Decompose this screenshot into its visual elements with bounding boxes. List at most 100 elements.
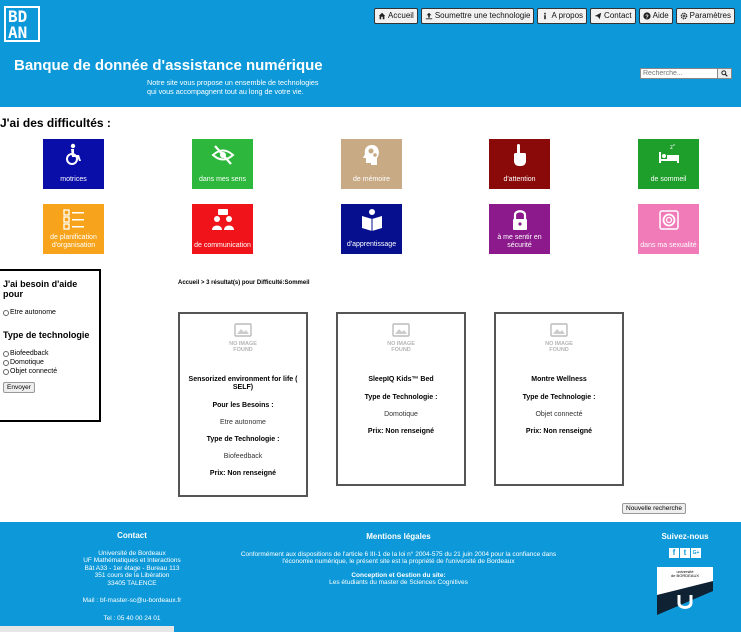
- radio-button[interactable]: [3, 309, 9, 316]
- horizontal-scrollbar[interactable]: [0, 626, 174, 632]
- option-label: Domotique: [10, 359, 44, 366]
- twitter-icon[interactable]: t: [680, 548, 690, 558]
- tile-memoire[interactable]: de mémoire: [341, 139, 402, 189]
- wheelchair-icon: [65, 143, 81, 165]
- tile-label: dans mes sens: [198, 176, 247, 183]
- university-logo[interactable]: université de BORDEAUX: [657, 567, 713, 615]
- radio-button[interactable]: [3, 368, 9, 375]
- price: Prix: Non renseigné: [209, 470, 277, 477]
- result-title[interactable]: Sensorized environment for life ( SELF): [180, 376, 306, 392]
- radio-button[interactable]: [3, 350, 9, 357]
- svg-text:?: ?: [645, 14, 649, 20]
- facebook-icon[interactable]: f: [669, 548, 679, 558]
- contact-line: 351 cours de la Libération: [94, 572, 170, 579]
- head-gears-icon: [362, 145, 379, 165]
- nav-contact-button[interactable]: Contact: [590, 8, 636, 24]
- tile-label: dans ma sexualité: [640, 242, 697, 249]
- univ-logo-line: de BORDEAUX: [670, 573, 699, 578]
- bed-icon: zz: [658, 143, 679, 163]
- tile-label: motrices: [60, 176, 87, 183]
- radio-button[interactable]: [3, 359, 9, 366]
- university-logo-text: université de BORDEAUX: [657, 567, 713, 578]
- search-input[interactable]: [640, 68, 718, 79]
- difficulties-title: J'ai des difficultés :: [0, 116, 111, 130]
- no-image-text: FOUND: [391, 347, 411, 353]
- question-icon: ?: [643, 12, 651, 20]
- no-image-text: FOUND: [549, 347, 569, 353]
- reading-icon: [361, 209, 382, 231]
- new-search-button[interactable]: Nouvelle recherche: [622, 503, 687, 514]
- nav-settings-button[interactable]: Paramètres: [675, 8, 735, 24]
- site-header: BD AN Accueil Soumettre une technologie …: [0, 0, 741, 107]
- subtitle-line-2: qui vous accompagnent tout au long de vo…: [147, 87, 304, 96]
- nav-help-button[interactable]: ? Aide: [638, 8, 673, 24]
- nav-submit-label: Soumettre une technologie: [434, 11, 531, 20]
- info-icon: [544, 12, 547, 20]
- contact-title: Contact: [117, 531, 147, 540]
- tile-label: de sommeil: [650, 176, 687, 183]
- search-button[interactable]: [718, 68, 732, 79]
- site-title: Banque de donnée d'assistance numérique: [14, 57, 323, 74]
- option-label: Etre autonome: [10, 309, 56, 316]
- nav-settings-label: Paramètres: [689, 11, 731, 20]
- submit-button[interactable]: Envoyer: [3, 382, 35, 393]
- result-card[interactable]: NO IMAGE FOUND Montre Wellness Type de T…: [494, 312, 624, 486]
- no-image-placeholder: NO IMAGE FOUND: [371, 322, 431, 362]
- tile-planification[interactable]: de planification d'organisation: [43, 204, 104, 254]
- option-domotique[interactable]: Domotique: [3, 358, 99, 367]
- contact-line: Université de Bordeaux: [98, 549, 166, 557]
- result-card[interactable]: NO IMAGE FOUND SleepIQ Kids™ Bed Type de…: [336, 312, 466, 486]
- result-card[interactable]: NO IMAGE FOUND Sensorized environment fo…: [178, 312, 308, 497]
- option-biofeedback[interactable]: Biofeedback: [3, 349, 99, 358]
- site-logo[interactable]: BD AN: [4, 6, 40, 42]
- tile-attention[interactable]: d'attention: [489, 139, 550, 189]
- option-label: Objet connecté: [10, 368, 58, 375]
- contact-line: UF Mathématiques et Interactions: [83, 557, 181, 564]
- price: Prix: Non renseigné: [367, 428, 435, 435]
- type-value: Biofeedback: [223, 453, 263, 460]
- needs-value: Etre autonome: [220, 419, 266, 426]
- option-etre-autonome[interactable]: Etre autonome: [3, 308, 99, 317]
- image-placeholder-icon: [550, 323, 568, 337]
- result-title[interactable]: SleepIQ Kids™ Bed: [338, 376, 464, 384]
- image-placeholder-icon: [392, 323, 410, 337]
- filter-sidebar: J'ai besoin d'aide pour Etre autonome Ty…: [0, 269, 101, 422]
- result-title[interactable]: Montre Wellness: [496, 376, 622, 384]
- price: Prix: Non renseigné: [525, 428, 593, 435]
- nav-submit-button[interactable]: Soumettre une technologie: [420, 8, 535, 24]
- contact-mail[interactable]: Mail : bf-master-sc@u-bordeaux.fr: [72, 597, 192, 605]
- tile-label: de communication: [194, 242, 251, 249]
- contact-tel: Tel : 05 40 00 24 01: [103, 614, 161, 622]
- top-navigation: Accueil Soumettre une technologie A prop…: [374, 8, 735, 24]
- image-placeholder-icon: [234, 323, 252, 337]
- tile-apprentissage[interactable]: d'apprentissage: [341, 204, 402, 254]
- nav-help-label: Aide: [652, 11, 669, 20]
- follow-title: Suivez-nous: [661, 532, 709, 541]
- design-text: Les étudiants du master de Sciences Cogn…: [329, 579, 468, 586]
- tile-sens[interactable]: dans mes sens: [192, 139, 253, 189]
- checklist-icon: [62, 209, 84, 230]
- nav-about-button[interactable]: A propos: [537, 8, 588, 24]
- contact-line: Bât A33 - 1er étage - Bureau 113: [84, 564, 180, 572]
- help-title: J'ai besoin d'aide pour: [3, 279, 78, 299]
- nav-home-button[interactable]: Accueil: [374, 8, 418, 24]
- tile-sexualite[interactable]: dans ma sexualité: [638, 204, 699, 254]
- nav-contact-label: Contact: [604, 11, 632, 20]
- needs-label: Pour les Besoins :: [212, 402, 274, 409]
- search-form: [640, 68, 732, 79]
- option-objet-connecte[interactable]: Objet connecté: [3, 367, 99, 376]
- social-links: f t G+: [652, 548, 718, 558]
- tile-motrices[interactable]: motrices: [43, 139, 104, 189]
- eye-slash-icon: [211, 145, 234, 165]
- google-plus-icon[interactable]: G+: [691, 548, 701, 558]
- home-icon: [378, 12, 386, 20]
- svg-text:z: z: [673, 143, 675, 147]
- site-footer: Contact Université de Bordeaux UF Mathém…: [0, 522, 741, 632]
- people-talk-icon: [211, 209, 234, 230]
- nav-home-label: Accueil: [388, 11, 414, 20]
- tile-sommeil[interactable]: zz de sommeil: [638, 139, 699, 189]
- padlock-icon: [512, 210, 527, 230]
- tile-communication[interactable]: de communication: [192, 204, 253, 254]
- tile-securite[interactable]: à me sentir en sécurité: [489, 204, 550, 254]
- no-image-text: FOUND: [233, 347, 253, 353]
